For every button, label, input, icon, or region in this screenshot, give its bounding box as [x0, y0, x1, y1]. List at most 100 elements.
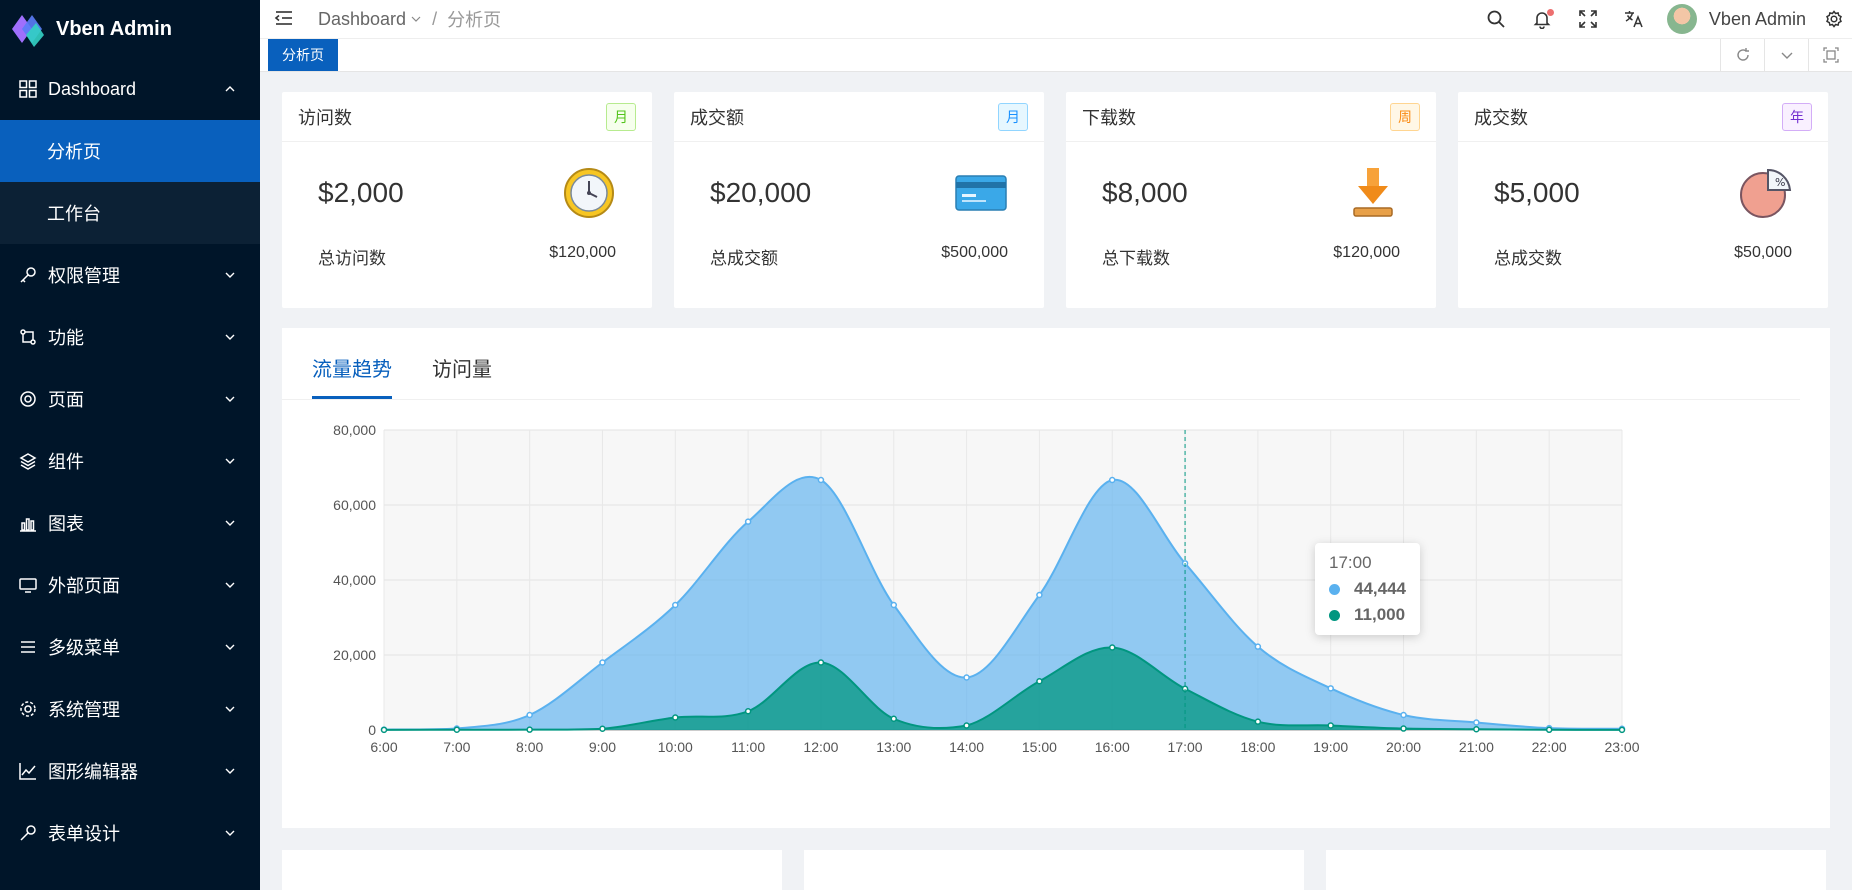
sidebar-item-system[interactable]: 系统管理: [0, 678, 260, 740]
sidebar-item-external[interactable]: 外部页面: [0, 554, 260, 616]
tooltip-row: 44,444: [1329, 579, 1406, 599]
data-point: [1473, 719, 1480, 726]
sidebar-item-label: 表单设计: [48, 824, 120, 844]
sidebar-item-label: 权限管理: [48, 266, 120, 286]
x-tick-label: 9:00: [589, 739, 616, 755]
x-tick-label: 16:00: [1095, 739, 1130, 755]
sidebar-item-graph-editor[interactable]: 图形编辑器: [0, 740, 260, 802]
sidebar-item-label: 页面: [48, 390, 84, 410]
sidebar-item-label: 工作台: [47, 204, 101, 224]
menu-lines-icon: [18, 637, 38, 657]
card-footer-value: $120,000: [549, 244, 616, 261]
sidebar-item-dashboard[interactable]: Dashboard: [0, 58, 260, 120]
sidebar-item-form-design[interactable]: 表单设计: [0, 802, 260, 864]
y-tick-label: 0: [368, 722, 376, 738]
breadcrumb-separator: /: [432, 8, 438, 29]
sidebar-item-multilevel[interactable]: 多级菜单: [0, 616, 260, 678]
credit-card-icon: [954, 166, 1008, 220]
card-header: 成交数 年: [1458, 92, 1828, 142]
card-footer-label: 总成交额: [710, 249, 778, 268]
series-swatch: [1329, 609, 1340, 621]
sidebar-item-charts[interactable]: 图表: [0, 492, 260, 554]
user-dropdown[interactable]: Vben Admin: [1657, 0, 1816, 38]
data-point: [963, 674, 970, 681]
data-point: [890, 715, 898, 722]
tab-dropdown-button[interactable]: [1764, 39, 1808, 71]
data-point: [890, 601, 898, 609]
stat-card-turnover: 成交额 月 $20,000 总成交额 $500,000: [674, 92, 1044, 308]
stat-card-downloads: 下载数 周 $8,000 总下载数 $120,000: [1066, 92, 1436, 308]
sidebar-item-components[interactable]: 组件: [0, 430, 260, 492]
chevron-down-icon: [224, 703, 236, 715]
card-footer-value: $50,000: [1734, 244, 1792, 261]
sidebar: Vben Admin Dashboard 分析页 工作台 权限管理 功能 页面 …: [0, 0, 260, 890]
pie-percent-icon: %: [1738, 166, 1792, 220]
monitor-icon: [18, 575, 38, 595]
sidebar-item-feature[interactable]: 功能: [0, 306, 260, 368]
chevron-down-icon: [224, 765, 236, 777]
data-point: [1618, 726, 1626, 734]
fullscreen-icon: [1579, 10, 1597, 28]
sidebar-item-label: 系统管理: [48, 700, 120, 720]
key-icon: [18, 265, 38, 285]
data-point: [599, 725, 606, 733]
sidebar-item-permission[interactable]: 权限管理: [0, 244, 260, 306]
card-footer: 总成交数 $50,000: [1458, 244, 1828, 269]
y-tick-label: 60,000: [333, 497, 376, 513]
card-footer: 总成交额 $500,000: [674, 244, 1044, 269]
tab-analysis[interactable]: 分析页: [268, 39, 338, 71]
card-amount: $5,000: [1494, 177, 1580, 208]
sidebar-item-analysis[interactable]: 分析页: [0, 120, 260, 182]
sidebar-item-page[interactable]: 页面: [0, 368, 260, 430]
data-point: [599, 659, 606, 666]
logo[interactable]: Vben Admin: [0, 0, 260, 58]
svg-text:%: %: [1775, 176, 1785, 189]
x-tick-label: 12:00: [803, 739, 838, 755]
expand-icon: [1822, 47, 1839, 63]
data-point: [1108, 644, 1116, 651]
tooltip-row: 11,000: [1329, 605, 1406, 625]
refresh-button[interactable]: [1720, 39, 1764, 71]
tool-icon: [18, 823, 38, 843]
settings-button[interactable]: [1816, 0, 1852, 38]
stat-card-deals: 成交数 年 $5,000 % 总成交数 $50,000: [1458, 92, 1828, 308]
data-point: [1254, 643, 1262, 650]
x-tick-label: 18:00: [1240, 739, 1275, 755]
card-title: 访问数: [298, 107, 352, 128]
period-badge: 月: [606, 102, 636, 131]
tab-maximize-button[interactable]: [1808, 39, 1852, 71]
chevron-down-icon: [224, 517, 236, 529]
translate-button[interactable]: [1611, 0, 1657, 38]
vben-logo-icon: [8, 11, 46, 47]
card-body: $5,000 %: [1458, 142, 1828, 244]
card-header: 下载数 周: [1066, 92, 1436, 142]
layers-icon: [18, 451, 38, 471]
tooltip-value: 11,000: [1354, 605, 1406, 624]
data-point: [672, 714, 679, 721]
gear-icon: [1826, 10, 1842, 28]
card-footer: 总下载数 $120,000: [1066, 244, 1436, 269]
card-body: $8,000: [1066, 142, 1436, 244]
period-badge: 周: [1390, 102, 1420, 131]
fullscreen-button[interactable]: [1565, 0, 1611, 38]
menu-fold-icon[interactable]: [274, 8, 296, 30]
x-tick-label: 20:00: [1386, 739, 1421, 755]
tooltip-value: 44,444: [1354, 579, 1406, 598]
period-badge: 年: [1782, 102, 1812, 131]
chevron-down-icon[interactable]: [410, 13, 422, 25]
sidebar-item-workbench[interactable]: 工作台: [0, 182, 260, 244]
series-swatch: [1329, 583, 1340, 595]
tab-traffic-trend[interactable]: 流量趋势: [312, 353, 392, 399]
app-root: Vben Admin Dashboard 分析页 工作台 权限管理 功能 页面 …: [0, 0, 1852, 890]
chart-tooltip: 17:00 44,444 11,000: [1315, 543, 1420, 635]
chevron-down-icon: [224, 269, 236, 281]
traffic-area-chart[interactable]: 0 20,000 40,000 60,000 80,000 6:00 7:00 8:00 9:0…: [282, 400, 1830, 800]
page-target-icon: [18, 389, 38, 409]
search-button[interactable]: [1473, 0, 1519, 38]
notification-button[interactable]: [1519, 0, 1565, 38]
breadcrumb-item-dashboard[interactable]: Dashboard: [318, 9, 406, 30]
x-tick-label: 19:00: [1313, 739, 1348, 755]
tabs-tools: [1720, 39, 1852, 71]
dashboard-submenu: 分析页 工作台: [0, 120, 260, 244]
tab-visits[interactable]: 访问量: [432, 353, 492, 399]
